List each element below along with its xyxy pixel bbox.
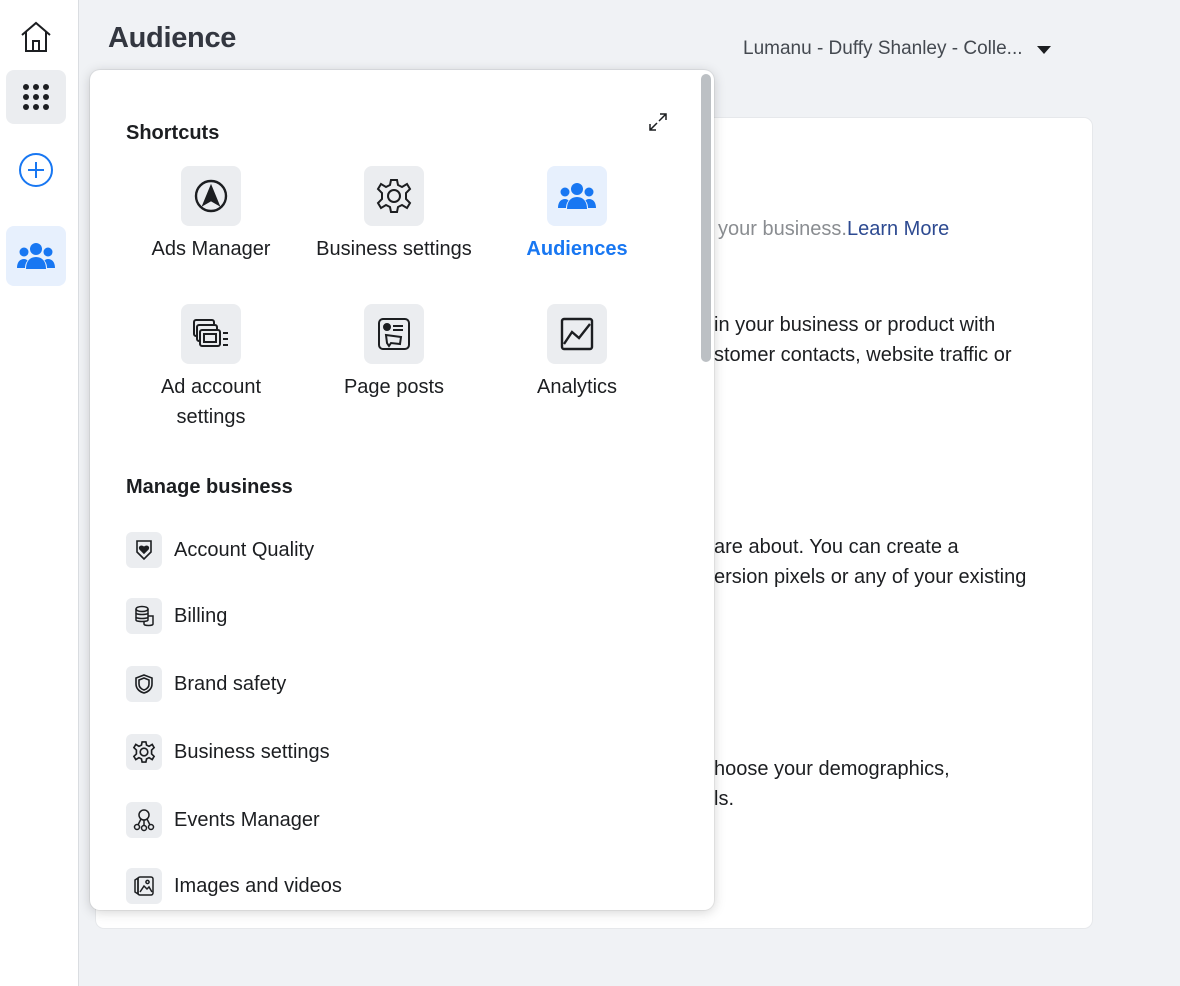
audiences-rail-button[interactable] — [6, 226, 66, 286]
shortcut-label: Audiences — [526, 238, 628, 260]
menu-icon-box — [126, 734, 162, 770]
menu-icon-box — [126, 532, 162, 568]
ads-manager-icon — [194, 179, 228, 213]
shortcut-icon-box — [181, 166, 241, 226]
menu-icon-box — [126, 666, 162, 702]
shortcut-business-settings[interactable]: Business settings — [304, 166, 484, 264]
audiences-icon — [17, 243, 55, 269]
custom-audience-desc-2: stomer contacts, website traffic or — [714, 344, 1012, 366]
events-manager-icon — [133, 809, 155, 832]
page-posts-icon — [378, 318, 410, 350]
ad-account-settings-icon — [193, 319, 228, 347]
menu-item-images-and-videos[interactable]: Images and videos — [126, 868, 342, 904]
plus-circle-icon — [19, 153, 53, 187]
menu-item-label: Account Quality — [174, 538, 315, 561]
menu-item-label: Brand safety — [174, 672, 287, 695]
gear-icon — [132, 741, 156, 763]
menu-item-label: Images and videos — [174, 874, 342, 897]
image-icon — [134, 876, 154, 896]
audiences-icon — [558, 183, 596, 209]
apps-grid-icon — [23, 84, 49, 110]
page-title: Audience — [108, 22, 237, 54]
shortcuts-heading: Shortcuts — [126, 122, 220, 144]
all-tools-button[interactable] — [6, 70, 66, 124]
menu-icon-box — [126, 598, 162, 634]
shortcut-audiences[interactable]: Audiences — [487, 166, 667, 264]
account-selector[interactable]: Lumanu - Duffy Shanley - Colle... — [743, 38, 1051, 60]
shortcut-ads-manager[interactable]: Ads Manager — [121, 166, 301, 264]
home-icon — [21, 21, 51, 52]
custom-audience-desc-1: in your business or product with — [714, 314, 996, 336]
analytics-icon — [560, 317, 594, 351]
saved-audience-desc-1: hoose your demographics, — [714, 758, 950, 780]
shortcut-label: Analytics — [536, 376, 618, 398]
home-button[interactable] — [6, 10, 66, 64]
create-button[interactable] — [6, 143, 66, 197]
caret-down-icon — [1036, 46, 1051, 54]
shortcut-label: Ads Manager — [151, 238, 271, 260]
account-selector-label: Lumanu - Duffy Shanley - Colle... — [743, 38, 1023, 59]
shortcut-label: Page posts — [343, 376, 445, 398]
shortcut-label: Business settings — [316, 238, 472, 260]
lookalike-desc-1: are about. You can create a — [714, 536, 959, 558]
learn-more-link[interactable]: Learn More — [847, 218, 949, 240]
shield-icon — [135, 674, 153, 694]
intro-text-a: your business. — [718, 218, 847, 240]
menu-icon-box — [126, 802, 162, 838]
menu-item-account-quality[interactable]: Account Quality — [126, 532, 314, 568]
shortcut-analytics[interactable]: Analytics — [487, 304, 667, 402]
gear-icon — [376, 179, 412, 213]
shortcut-label: Ad account settings — [160, 376, 262, 428]
menu-item-brand-safety[interactable]: Brand safety — [126, 666, 286, 702]
shortcut-page-posts[interactable]: Page posts — [304, 304, 484, 402]
shortcut-icon-box — [364, 166, 424, 226]
menu-item-label: Business settings — [174, 740, 330, 763]
menu-item-label: Billing — [174, 604, 228, 627]
menu-item-events-manager[interactable]: Events Manager — [126, 802, 320, 838]
shortcut-icon-box — [364, 304, 424, 364]
menu-icon-box — [126, 868, 162, 904]
expand-icon — [649, 113, 667, 131]
shield-heart-icon — [136, 540, 152, 561]
menu-item-billing[interactable]: Billing — [126, 598, 227, 634]
coins-icon — [135, 605, 154, 627]
menu-item-business-settings[interactable]: Business settings — [126, 734, 330, 770]
left-nav-rail — [0, 0, 79, 986]
shortcut-icon-box — [547, 304, 607, 364]
lookalike-desc-2: ersion pixels or any of your existing — [714, 566, 1027, 588]
tools-menu-panel: Shortcuts Ads Manager Business settings — [90, 70, 714, 910]
saved-audience-desc-2: ls. — [714, 788, 734, 810]
menu-item-label: Events Manager — [174, 808, 320, 831]
shortcut-icon-box — [181, 304, 241, 364]
panel-scrollbar[interactable] — [701, 74, 711, 362]
expand-button[interactable] — [646, 110, 670, 134]
intro-text: your business.Learn More — [718, 214, 949, 244]
shortcut-icon-box — [547, 166, 607, 226]
manage-business-heading: Manage business — [126, 476, 293, 498]
shortcut-ad-account-settings[interactable]: Ad account settings — [121, 304, 301, 432]
